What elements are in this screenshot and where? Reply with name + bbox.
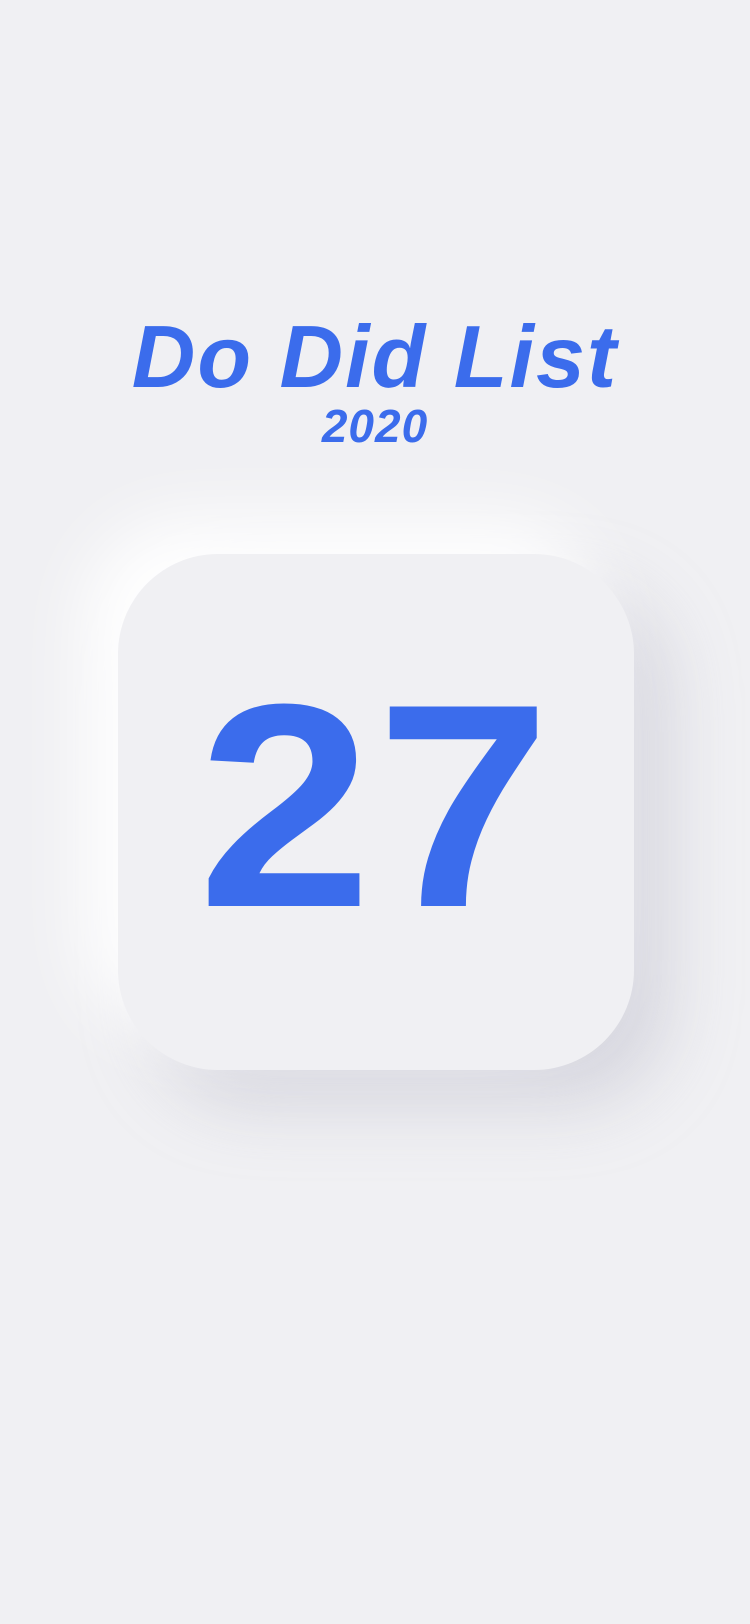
app-title: Do Did List <box>131 307 619 406</box>
counter-value: 27 <box>197 644 555 968</box>
app-screen: Do Did List 2020 27 <box>0 0 750 1624</box>
header: Do Did List 2020 <box>0 307 750 452</box>
year-label: 2020 <box>321 400 429 452</box>
counter-card[interactable]: 27 <box>118 554 634 1070</box>
